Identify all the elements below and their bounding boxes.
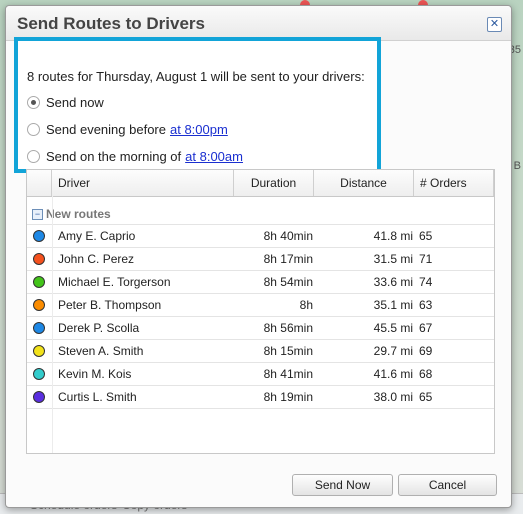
route-orders: 71 <box>419 252 433 266</box>
table-row[interactable]: Amy E. Caprio 8h 40min 41.8 mi 65 <box>27 224 494 247</box>
table-header: Driver Duration Distance # Orders <box>27 170 494 197</box>
route-color-dot <box>33 276 45 288</box>
table-row[interactable]: John C. Perez 8h 17min 31.5 mi 71 <box>27 247 494 270</box>
driver-name: Curtis L. Smith <box>58 390 137 404</box>
driver-name: Michael E. Torgerson <box>58 275 171 289</box>
collapse-icon[interactable]: − <box>32 209 43 220</box>
route-orders: 65 <box>419 229 433 243</box>
route-color-dot <box>33 368 45 380</box>
driver-name: John C. Perez <box>58 252 135 266</box>
driver-name: Amy E. Caprio <box>58 229 136 243</box>
route-orders: 65 <box>419 390 433 404</box>
route-color-dot <box>33 299 45 311</box>
column-duration[interactable]: Duration <box>234 170 314 196</box>
table-row[interactable]: Derek P. Scolla 8h 56min 45.5 mi 67 <box>27 316 494 339</box>
option-send-now[interactable]: Send now <box>27 93 104 111</box>
radio-send-evening-before[interactable] <box>27 122 40 136</box>
route-color-dot <box>33 345 45 357</box>
route-duration: 8h 17min <box>263 252 313 266</box>
table-row[interactable]: Michael E. Torgerson 8h 54min 33.6 mi 74 <box>27 270 494 293</box>
evening-time-link[interactable]: at 8:00pm <box>170 122 228 137</box>
route-distance: 41.8 mi <box>373 229 413 243</box>
route-duration: 8h 15min <box>263 344 313 358</box>
route-distance: 45.5 mi <box>373 321 413 335</box>
table-row[interactable]: Peter B. Thompson 8h 35.1 mi 63 <box>27 293 494 316</box>
map-label: B <box>513 160 521 172</box>
option-label: Send now <box>46 94 104 110</box>
dialog-title: Send Routes to Drivers <box>17 14 205 33</box>
route-orders: 69 <box>419 344 433 358</box>
route-distance: 29.7 mi <box>373 344 413 358</box>
option-label: Send evening before <box>46 121 166 137</box>
send-options-box: 8 routes for Thursday, August 1 will be … <box>14 37 381 173</box>
driver-name: Derek P. Scolla <box>58 321 140 335</box>
route-duration: 8h <box>299 298 313 312</box>
send-routes-dialog: Send Routes to Drivers ✕ 8 routes for Th… <box>5 5 512 508</box>
column-driver[interactable]: Driver <box>52 170 234 196</box>
option-label: Send on the morning of <box>46 148 182 164</box>
route-color-dot <box>33 391 45 403</box>
driver-name: Steven A. Smith <box>58 344 144 358</box>
option-send-evening-before[interactable]: Send evening before at 8:00pm <box>27 120 228 138</box>
route-color-dot <box>33 230 45 242</box>
route-duration: 8h 54min <box>263 275 313 289</box>
route-orders: 74 <box>419 275 433 289</box>
table-body: Amy E. Caprio 8h 40min 41.8 mi 65 John C. Pe… <box>27 224 494 409</box>
close-icon[interactable]: ✕ <box>487 17 502 32</box>
radio-send-now[interactable] <box>27 95 40 109</box>
route-duration: 8h 40min <box>263 229 313 243</box>
route-orders: 63 <box>419 298 433 312</box>
column-distance[interactable]: Distance <box>314 170 414 196</box>
radio-send-morning-of[interactable] <box>27 149 40 163</box>
route-duration: 8h 41min <box>263 367 313 381</box>
cancel-button[interactable]: Cancel <box>398 474 497 496</box>
table-row[interactable]: Kevin M. Kois 8h 41min 41.6 mi 68 <box>27 362 494 385</box>
route-distance: 35.1 mi <box>373 298 413 312</box>
send-now-button[interactable]: Send Now <box>292 474 393 496</box>
table-row[interactable]: Steven A. Smith 8h 15min 29.7 mi 69 <box>27 339 494 362</box>
column-color <box>27 170 52 196</box>
route-distance: 38.0 mi <box>373 390 413 404</box>
route-orders: 67 <box>419 321 433 335</box>
route-duration: 8h 56min <box>263 321 313 335</box>
route-orders: 68 <box>419 367 433 381</box>
group-label: New routes <box>46 207 111 221</box>
option-send-morning-of[interactable]: Send on the morning of at 8:00am <box>27 147 243 165</box>
group-new-routes[interactable]: − New routes <box>27 204 494 224</box>
morning-time-link[interactable]: at 8:00am <box>185 149 243 164</box>
route-duration: 8h 19min <box>263 390 313 404</box>
route-distance: 31.5 mi <box>373 252 413 266</box>
route-distance: 41.6 mi <box>373 367 413 381</box>
route-color-dot <box>33 253 45 265</box>
table-row[interactable]: Curtis L. Smith 8h 19min 38.0 mi 65 <box>27 385 494 409</box>
routes-table: Driver Duration Distance # Orders − New … <box>26 169 495 454</box>
dialog-titlebar: Send Routes to Drivers ✕ <box>6 6 511 41</box>
route-distance: 33.6 mi <box>373 275 413 289</box>
route-color-dot <box>33 322 45 334</box>
driver-name: Kevin M. Kois <box>58 367 132 381</box>
driver-name: Peter B. Thompson <box>58 298 162 312</box>
send-message: 8 routes for Thursday, August 1 will be … <box>27 69 365 84</box>
column-orders[interactable]: # Orders <box>414 170 494 196</box>
